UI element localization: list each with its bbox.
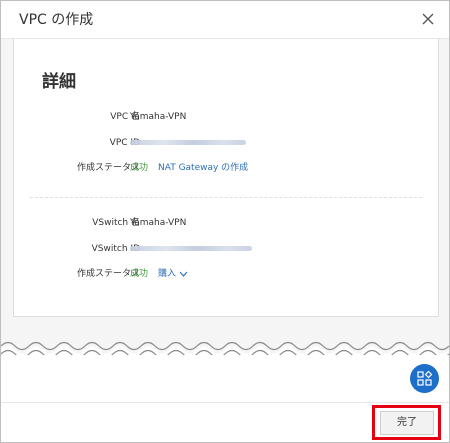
detail-card: 詳細 VPC 名 Yamaha-VPN VPC ID 作成ステータス 成功 NAT… [13, 39, 439, 317]
vswitch-status-success: 成功 [130, 269, 149, 279]
dialog-footer: 完了 [1, 402, 449, 442]
close-icon[interactable] [421, 12, 435, 26]
vpc-id-value [130, 135, 246, 151]
dialog-header: VPC の作成 [1, 1, 449, 39]
dialog-body: 詳細 VPC 名 Yamaha-VPN VPC ID 作成ステータス 成功 NAT… [1, 39, 449, 401]
floating-apps-button[interactable] [410, 364, 439, 393]
vpc-name-value: Yamaha-VPN [130, 112, 187, 122]
finish-button[interactable]: 完了 [380, 411, 434, 435]
vpc-name-row: VPC 名 Yamaha-VPN [14, 109, 438, 125]
lower-blank-area [1, 355, 449, 401]
vpc-id-row: VPC ID [14, 135, 438, 151]
purchase-dropdown[interactable]: 購入 [158, 269, 188, 279]
vswitch-status-value: 成功 購入 [130, 266, 188, 282]
create-vpc-dialog: VPC の作成 詳細 VPC 名 Yamaha-VPN VPC ID 作成ステー… [0, 0, 450, 443]
redacted-vswitch-id [130, 246, 252, 251]
vswitch-name-value: Yamaha-VPN [130, 218, 187, 228]
vpc-status-success: 成功 [130, 163, 149, 173]
purchase-label: 購入 [158, 269, 177, 279]
vpc-status-value: 成功 NAT Gateway の作成 [130, 160, 248, 176]
create-nat-gateway-link[interactable]: NAT Gateway の作成 [158, 163, 248, 173]
vswitch-status-row: 作成ステータス 成功 購入 [14, 266, 438, 282]
vpc-status-row: 作成ステータス 成功 NAT Gateway の作成 [14, 160, 438, 176]
vswitch-id-row: VSwitch ID [14, 241, 438, 257]
vswitch-id-value [130, 241, 252, 257]
dialog-title: VPC の作成 [19, 12, 94, 28]
section-divider [30, 197, 422, 198]
section-title: 詳細 [42, 72, 76, 92]
chevron-down-icon [179, 271, 188, 277]
redacted-vpc-id [130, 140, 246, 145]
grid-shapes-icon [417, 370, 433, 386]
vswitch-name-row: VSwitch 名 Yamaha-VPN [14, 215, 438, 231]
